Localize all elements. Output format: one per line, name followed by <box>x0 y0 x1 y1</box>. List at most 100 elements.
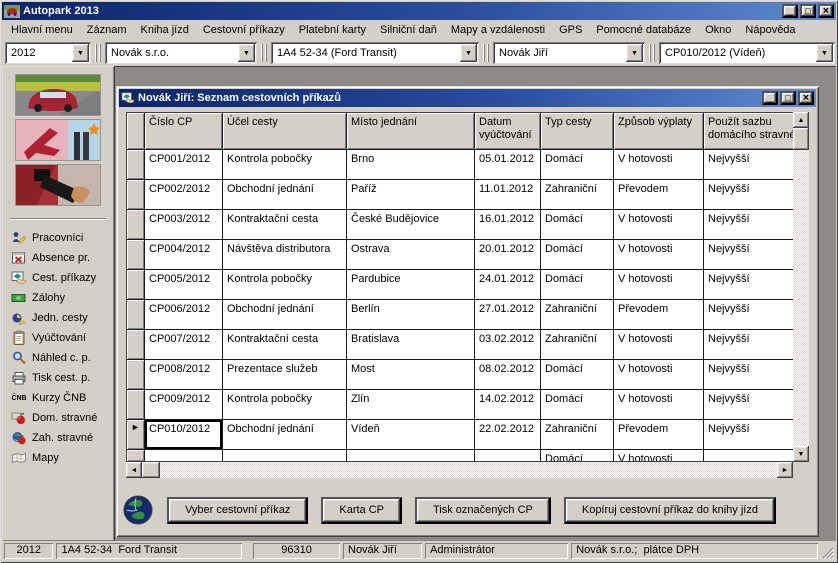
kopiruj-cestovni-prikaz-button[interactable]: Kopíruj cestovní příkaz do knihy jízd <box>564 497 776 524</box>
menu-item-napoveda[interactable]: Nápověda <box>738 22 802 38</box>
sidebar-item-mapy[interactable]: Mapy <box>2 448 114 468</box>
chevron-down-icon[interactable]: ▼ <box>460 44 477 62</box>
sidebar-item-jedn-cesty[interactable]: Jedn. cesty <box>2 308 114 328</box>
tisk-oznacenych-cp-button[interactable]: Tisk označených CP <box>415 497 551 524</box>
table-row[interactable]: CP003/2012Kontraktační cestaČeské Budějo… <box>127 210 809 240</box>
cell-datum[interactable]: 08.02.2012 <box>475 360 541 390</box>
cell-misto-jednani[interactable]: Pardubice <box>347 270 475 300</box>
header-ucel-cesty[interactable]: Účel cesty <box>223 113 347 150</box>
close-icon[interactable]: × <box>818 4 834 18</box>
header-zpusob-vyplaty[interactable]: Způsob výplaty <box>614 113 704 150</box>
scroll-right-icon[interactable]: ► <box>777 462 793 478</box>
cell-cislo-cp[interactable]: CP002/2012 <box>145 180 223 210</box>
resize-grip-icon[interactable] <box>821 546 834 559</box>
cell-datum[interactable]: 16.01.2012 <box>475 210 541 240</box>
cell-zpusob-vyplaty[interactable]: V hotovosti <box>614 360 704 390</box>
cell-ucel-cesty[interactable]: Obchodní jednání <box>223 300 347 330</box>
menu-item-gps[interactable]: GPS <box>552 22 589 38</box>
cell-cislo-cp[interactable]: CP001/2012 <box>145 150 223 180</box>
cell-misto-jednani[interactable]: Most <box>347 360 475 390</box>
row-selector[interactable]: ► <box>127 420 145 450</box>
cell-typ-cesty[interactable]: Domácí <box>541 150 614 180</box>
sidebar-item-absence[interactable]: Absence pr. <box>2 248 114 268</box>
vertical-scroll-track[interactable] <box>793 150 809 446</box>
company-combo[interactable]: Novák s.r.o. ▼ <box>105 42 257 64</box>
menu-item-hlavni-menu[interactable]: Hlavní menu <box>4 22 80 38</box>
table-row[interactable]: CP002/2012Obchodní jednáníPaříž11.01.201… <box>127 180 809 210</box>
cell-typ-cesty[interactable]: Domácí <box>541 360 614 390</box>
menu-item-silnicni-dan[interactable]: Silniční daň <box>373 22 444 38</box>
cell-zpusob-vyplaty[interactable]: Převodem <box>614 420 704 450</box>
table-row-selected[interactable]: ►CP010/2012Obchodní jednáníVídeň22.02.20… <box>127 420 809 450</box>
maximize-icon[interactable]: □ <box>780 91 796 105</box>
cell-cislo-cp[interactable]: CP009/2012 <box>145 390 223 420</box>
cell-misto-jednani[interactable]: Berlín <box>347 300 475 330</box>
cell-typ-cesty[interactable]: Zahraniční <box>541 420 614 450</box>
cell-zpusob-vyplaty[interactable]: V hotovosti <box>614 240 704 270</box>
cell-ucel-cesty[interactable]: Obchodní jednání <box>223 420 347 450</box>
cell-ucel-cesty[interactable] <box>223 450 347 462</box>
table-row[interactable]: CP007/2012Kontraktační cestaBratislava03… <box>127 330 809 360</box>
cell-zpusob-vyplaty[interactable]: V hotovosti <box>614 330 704 360</box>
cell-ucel-cesty[interactable]: Kontraktační cesta <box>223 330 347 360</box>
cell-zpusob-vyplaty[interactable]: V hotovosti <box>614 270 704 300</box>
table-row[interactable]: CP005/2012Kontrola pobočkyPardubice24.01… <box>127 270 809 300</box>
menu-item-zaznam[interactable]: Záznam <box>80 22 134 38</box>
table-row[interactable]: CP009/2012Kontrola pobočkyZlín14.02.2012… <box>127 390 809 420</box>
trip-combo[interactable]: CP010/2012 (Vídeň) ▼ <box>659 42 835 64</box>
cell-misto-jednani[interactable]: Paříž <box>347 180 475 210</box>
minimize-icon[interactable]: _ <box>762 91 778 105</box>
horizontal-scroll-track[interactable] <box>160 462 777 478</box>
menu-item-kniha-jizd[interactable]: Kniha jízd <box>134 22 196 38</box>
table-row[interactable]: CP006/2012Obchodní jednáníBerlín27.01.20… <box>127 300 809 330</box>
cell-datum[interactable]: 22.02.2012 <box>475 420 541 450</box>
cell-ucel-cesty[interactable]: Kontraktační cesta <box>223 210 347 240</box>
chevron-down-icon[interactable]: ▼ <box>816 44 833 62</box>
sidebar-item-zalohy[interactable]: Zálohy <box>2 288 114 308</box>
vertical-scroll-thumb[interactable] <box>793 128 809 150</box>
driver-combo[interactable]: Novák Jiří ▼ <box>493 42 645 64</box>
chevron-down-icon[interactable]: ▼ <box>72 44 89 62</box>
cell-typ-cesty[interactable]: Domácí <box>541 210 614 240</box>
cell-typ-cesty[interactable]: Domácí <box>541 270 614 300</box>
cell-typ-cesty[interactable]: Zahraniční <box>541 330 614 360</box>
header-datum-vyuctovani[interactable]: Datum vyúčtování <box>475 113 541 150</box>
cell-misto-jednani[interactable]: České Budějovice <box>347 210 475 240</box>
sidebar-item-kurzy-cnb[interactable]: ČNB Kurzy ČNB <box>2 388 114 408</box>
cell-datum[interactable] <box>475 450 541 462</box>
cell-zpusob-vyplaty[interactable]: Převodem <box>614 300 704 330</box>
table-row[interactable]: CP008/2012Prezentace služebMost08.02.201… <box>127 360 809 390</box>
scroll-left-icon[interactable]: ◄ <box>126 462 142 478</box>
sidebar-item-dom-stravne[interactable]: Dom. stravné <box>2 408 114 428</box>
cell-typ-cesty[interactable]: Domácí <box>541 390 614 420</box>
close-icon[interactable]: × <box>798 91 814 105</box>
sidebar-item-zah-stravne[interactable]: Zah. stravné <box>2 428 114 448</box>
cell-ucel-cesty[interactable]: Prezentace služeb <box>223 360 347 390</box>
cell-cislo-cp[interactable]: CP007/2012 <box>145 330 223 360</box>
cell-typ-cesty[interactable]: Zahraniční <box>541 180 614 210</box>
row-selector[interactable] <box>127 330 145 360</box>
header-typ-cesty[interactable]: Typ cesty <box>541 113 614 150</box>
menu-item-pomocne-databaze[interactable]: Pomocné databáze <box>589 22 698 38</box>
cell-datum[interactable]: 03.02.2012 <box>475 330 541 360</box>
menu-item-platebni-karty[interactable]: Platební karty <box>292 22 373 38</box>
row-selector[interactable] <box>127 390 145 420</box>
table-row[interactable]: CP001/2012Kontrola pobočkyBrno05.01.2012… <box>127 150 809 180</box>
cell-datum[interactable]: 05.01.2012 <box>475 150 541 180</box>
cell-datum[interactable]: 24.01.2012 <box>475 270 541 300</box>
row-selector[interactable] <box>127 240 145 270</box>
maximize-icon[interactable]: □ <box>800 4 816 18</box>
scroll-up-icon[interactable]: ▲ <box>793 112 809 128</box>
cell-typ-cesty[interactable]: Domácí <box>541 240 614 270</box>
cell-ucel-cesty[interactable]: Obchodní jednání <box>223 180 347 210</box>
sidebar-item-pracovnici[interactable]: Pracovníci <box>2 228 114 248</box>
cell-zpusob-vyplaty[interactable]: V hotovosti <box>614 150 704 180</box>
minimize-icon[interactable]: _ <box>782 4 798 18</box>
cell-datum[interactable]: 14.02.2012 <box>475 390 541 420</box>
cell-misto-jednani[interactable]: Vídeň <box>347 420 475 450</box>
vertical-scrollbar[interactable]: ▲ ▼ <box>793 112 809 462</box>
header-cislo-cp[interactable]: Číslo CP <box>145 113 223 150</box>
cell-cislo-cp[interactable]: CP006/2012 <box>145 300 223 330</box>
sidebar-item-tisk[interactable]: Tisk cest. p. <box>2 368 114 388</box>
row-selector[interactable] <box>127 270 145 300</box>
